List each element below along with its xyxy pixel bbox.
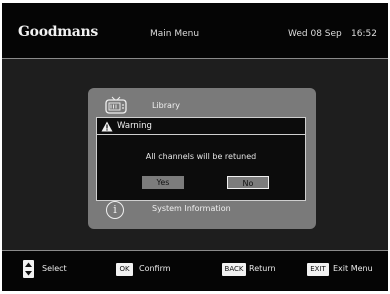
exit-key[interactable]: EXIT [307, 263, 329, 276]
info-icon: i [106, 201, 124, 219]
header-bar: Goodmans Main Menu Wed 08 Sep 16:52 [2, 3, 388, 58]
dialog-title: Warning [117, 121, 152, 131]
back-key[interactable]: BACK [222, 263, 246, 276]
warning-dialog: Warning All channels will be retuned Yes… [96, 117, 306, 201]
confirm-label: Confirm [139, 264, 171, 273]
yes-button[interactable]: Yes [142, 176, 184, 189]
menu-item-library[interactable]: Library [88, 96, 316, 118]
footer-bar: Select OK Confirm BACK Return EXIT Exit … [2, 251, 388, 291]
return-label: Return [249, 264, 276, 273]
date-display: Wed 08 Sep [288, 29, 342, 39]
brand-logo: Goodmans [18, 24, 98, 40]
tv-screen: Goodmans Main Menu Wed 08 Sep 16:52 Libr… [2, 3, 388, 291]
up-down-arrows-icon [23, 260, 34, 278]
warning-icon [101, 121, 113, 132]
tv-library-icon [105, 96, 127, 114]
time-display: 16:52 [351, 29, 377, 39]
dialog-header: Warning [97, 118, 305, 135]
menu-item-system-information[interactable]: i System Information [88, 199, 316, 221]
menu-item-label: System Information [152, 204, 231, 213]
exit-menu-label: Exit Menu [333, 264, 373, 273]
no-button[interactable]: No [227, 176, 269, 189]
ok-key[interactable]: OK [116, 263, 133, 276]
page-title: Main Menu [150, 29, 200, 39]
select-label: Select [42, 264, 67, 273]
dialog-message: All channels will be retuned [145, 152, 257, 161]
menu-item-label: Library [152, 101, 180, 110]
